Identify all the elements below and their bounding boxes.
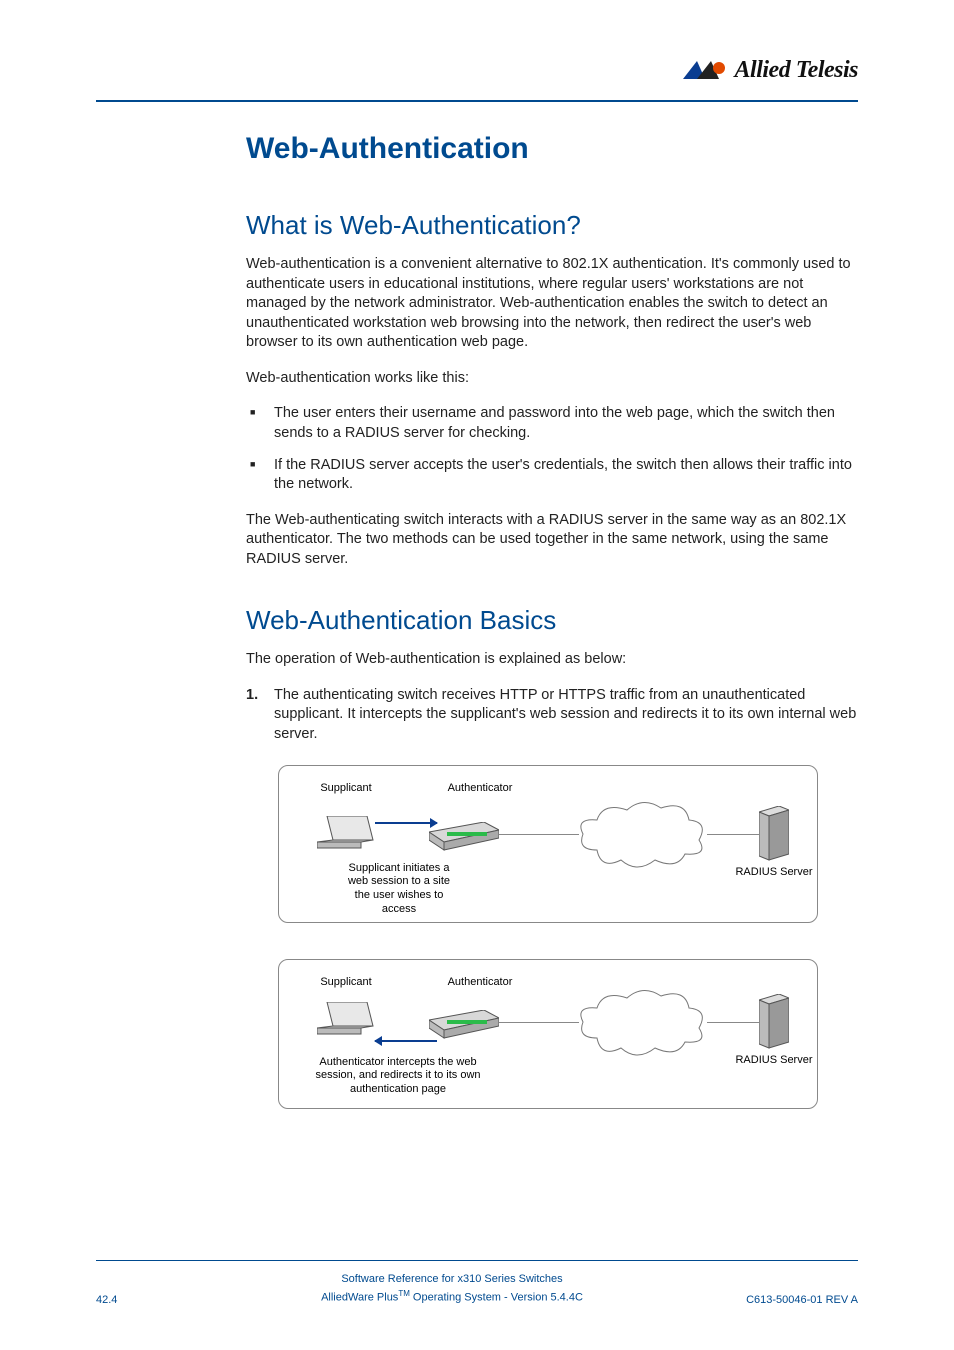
diagram-1: Supplicant Authenticator Network RADIUS … xyxy=(278,765,818,923)
paragraph: The Web-authenticating switch interacts … xyxy=(246,511,858,570)
footer-line-1: Software Reference for x310 Series Switc… xyxy=(186,1271,718,1288)
section-heading-1: What is Web-Authentication? xyxy=(246,210,858,241)
server-icon xyxy=(759,806,789,862)
content: Web-Authentication What is Web-Authentic… xyxy=(96,102,858,1109)
header: Allied Telesis xyxy=(96,50,858,90)
page-title: Web-Authentication xyxy=(246,132,858,166)
footer-revision: C613-50046-01 REV A xyxy=(718,1294,858,1306)
connector-line xyxy=(707,834,759,835)
cloud-icon xyxy=(577,800,707,872)
paragraph: The operation of Web-authentication is e… xyxy=(246,650,858,670)
label-supplicant: Supplicant xyxy=(311,782,381,794)
brand-logo: Allied Telesis xyxy=(683,57,858,84)
caption-2: Authenticator intercepts the web session… xyxy=(303,1056,493,1097)
arrow-icon xyxy=(375,822,437,824)
arrow-icon xyxy=(375,1040,437,1042)
footer-page-number: 42.4 xyxy=(96,1294,186,1306)
list-item: The authenticating switch receives HTTP … xyxy=(274,686,858,745)
connector-line xyxy=(499,1022,579,1023)
label-radius: RADIUS Server xyxy=(735,1054,813,1066)
list-item: The user enters their username and passw… xyxy=(274,404,858,443)
footer-rule xyxy=(96,1260,858,1261)
connector-line xyxy=(499,834,579,835)
page: Allied Telesis Web-Authentication What i… xyxy=(0,0,954,1350)
brand-name: Allied Telesis xyxy=(735,57,858,84)
footer: 42.4 Software Reference for x310 Series … xyxy=(96,1260,858,1306)
paragraph: Web-authentication works like this: xyxy=(246,369,858,389)
footer-center: Software Reference for x310 Series Switc… xyxy=(186,1271,718,1306)
caption-1: Supplicant initiates a web session to a … xyxy=(339,862,459,917)
label-authenticator: Authenticator xyxy=(435,782,525,794)
cloud-icon xyxy=(577,988,707,1060)
switch-icon xyxy=(429,822,499,852)
diagram-2: Supplicant Authenticator Network RADIUS … xyxy=(278,959,818,1109)
connector-line xyxy=(707,1022,759,1023)
label-radius: RADIUS Server xyxy=(735,866,813,878)
laptop-icon xyxy=(317,816,375,858)
footer-row: 42.4 Software Reference for x310 Series … xyxy=(96,1271,858,1306)
bullet-list: The user enters their username and passw… xyxy=(246,404,858,494)
label-supplicant: Supplicant xyxy=(311,976,381,988)
ordered-list: The authenticating switch receives HTTP … xyxy=(246,686,858,745)
paragraph: Web-authentication is a convenient alter… xyxy=(246,255,858,353)
list-item: If the RADIUS server accepts the user's … xyxy=(274,456,858,495)
footer-line-2: AlliedWare PlusTM Operating System - Ver… xyxy=(186,1288,718,1306)
label-authenticator: Authenticator xyxy=(435,976,525,988)
switch-icon xyxy=(429,1010,499,1040)
logo-mark-icon xyxy=(683,59,729,81)
laptop-icon xyxy=(317,1002,375,1044)
section-heading-2: Web-Authentication Basics xyxy=(246,605,858,636)
server-icon xyxy=(759,994,789,1050)
